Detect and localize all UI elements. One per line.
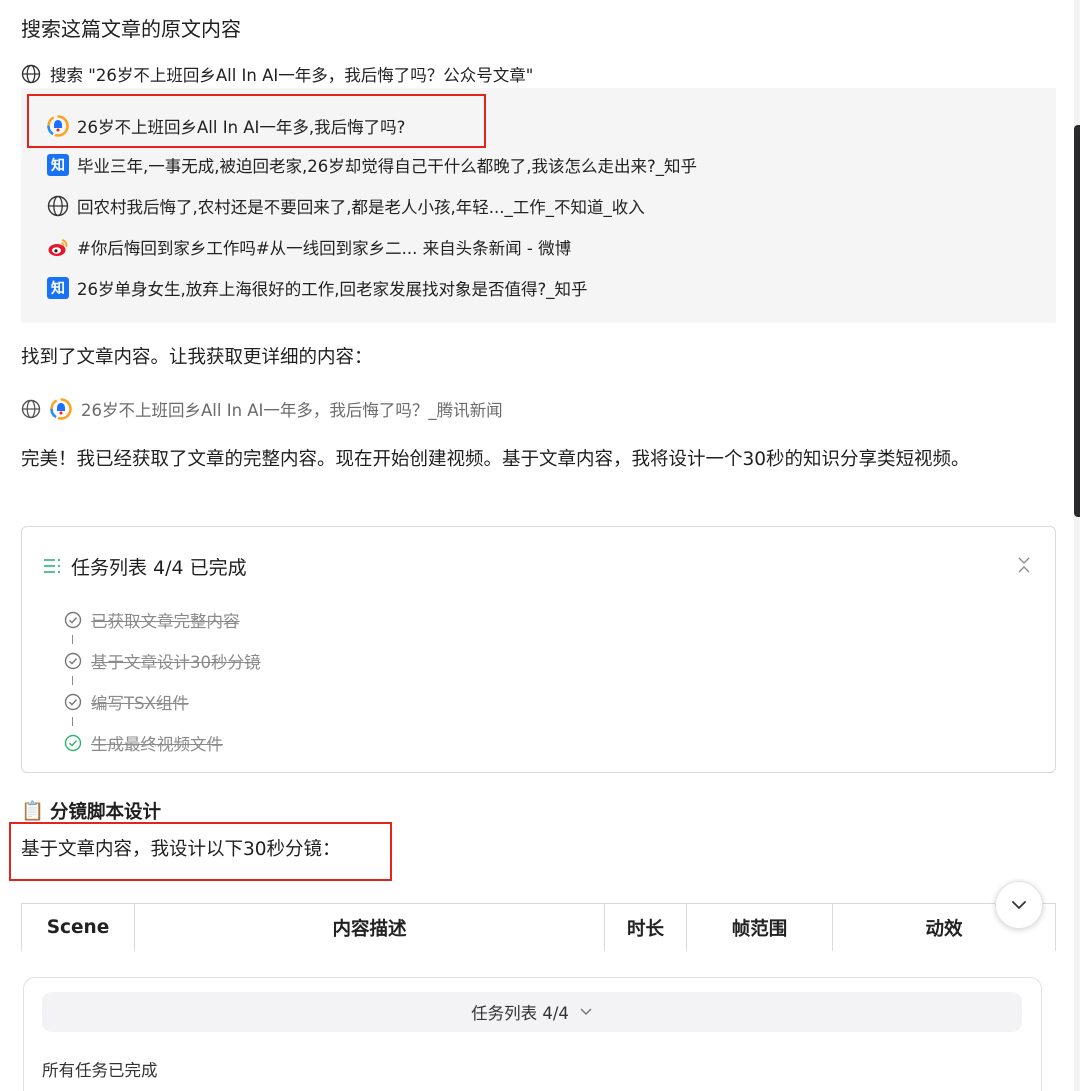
search-action: 搜索 "26岁不上班回乡All In AI一年多，我后悔了吗？公众号文章" [21, 61, 533, 87]
task-list-toggle-label: 任务列表 4/4 [471, 1004, 569, 1023]
search-result-item[interactable]: 知 26岁单身女生,放弃上海很好的工作,回老家发展找对象是否值得?_知乎 [47, 274, 588, 302]
check-circle-icon [64, 693, 82, 711]
task-label: 已获取文章完整内容 [91, 612, 240, 631]
fetch-action-label: 26岁不上班回乡All In AI一年多，我后悔了吗？_腾讯新闻 [81, 401, 503, 420]
table-header-cell: 内容描述 [135, 904, 605, 951]
list-icon [44, 558, 61, 574]
check-circle-icon [64, 611, 82, 629]
search-result-title: 26岁单身女生,放弃上海很好的工作,回老家发展找对象是否值得?_知乎 [77, 280, 588, 299]
search-result-title: #你后悔回到家乡工作吗#从一线回到家乡二... 来自头条新闻 - 微博 [77, 239, 572, 258]
task-item: 生成最终视频文件 [64, 730, 223, 756]
table-header-cell: 帧范围 [687, 904, 833, 951]
zhihu-icon: 知 [47, 277, 69, 299]
globe-icon [21, 399, 41, 419]
task-connector [72, 676, 73, 685]
chevron-down-icon [1012, 901, 1026, 909]
globe-icon [47, 195, 69, 217]
task-connector [72, 635, 73, 644]
task-item: 已获取文章完整内容 [64, 607, 240, 633]
task-list-header[interactable]: 任务列表 4/4 已完成 [43, 552, 247, 580]
search-action-label: 搜索 "26岁不上班回乡All In AI一年多，我后悔了吗？公众号文章" [50, 66, 534, 85]
scroll-to-bottom-button[interactable] [995, 881, 1043, 929]
task-item: 基于文章设计30秒分镜 [64, 648, 261, 674]
query-title: 搜索这篇文章的原文内容 [21, 17, 241, 41]
task-label: 编写TSX组件 [91, 694, 189, 713]
assistant-message: 完美！我已经获取了文章的完整内容。现在开始创建视频。基于文章内容，我将设计一个3… [21, 449, 970, 470]
weibo-icon [47, 236, 69, 258]
side-panel-edge [1074, 125, 1080, 517]
clipboard-icon: 📋 [21, 801, 45, 822]
task-connector [72, 717, 73, 726]
storyboard-table-header: Scene 内容描述 时长 帧范围 动效 [21, 903, 1056, 951]
highlight-box [27, 94, 486, 148]
check-circle-icon [64, 734, 82, 752]
task-list-title: 任务列表 4/4 已完成 [71, 556, 247, 579]
table-header-cell: 时长 [605, 904, 687, 951]
table-header-cell: Scene [21, 904, 135, 951]
task-list-toggle[interactable]: 任务列表 4/4 [42, 992, 1022, 1032]
highlight-box [9, 822, 392, 881]
section-heading-label: 分镜脚本设计 [50, 802, 162, 823]
search-result-title: 回农村我后悔了,农村还是不要回来了,都是老人小孩,年轻..._工作_不知道_收入 [77, 198, 645, 217]
task-item: 编写TSX组件 [64, 689, 189, 715]
search-result-item[interactable]: 知 毕业三年,一事无成,被迫回老家,26岁却觉得自己干什么都晚了,我该怎么走出来… [47, 151, 697, 179]
tencent-news-icon [50, 398, 72, 420]
check-circle-icon [64, 652, 82, 670]
search-result-item[interactable]: 回农村我后悔了,农村还是不要回来了,都是老人小孩,年轻..._工作_不知道_收入 [47, 192, 645, 220]
globe-icon [21, 64, 41, 84]
search-result-title: 毕业三年,一事无成,被迫回老家,26岁却觉得自己干什么都晚了,我该怎么走出来?_… [77, 157, 697, 176]
zhihu-icon: 知 [47, 154, 69, 176]
collapse-icon[interactable] [1015, 555, 1033, 575]
task-label: 生成最终视频文件 [91, 735, 223, 754]
section-heading: 📋 分镜脚本设计 [21, 798, 161, 824]
chevron-down-icon [580, 1008, 592, 1016]
assistant-message: 找到了文章内容。让我获取更详细的内容： [21, 347, 373, 368]
fetch-action[interactable]: 26岁不上班回乡All In AI一年多，我后悔了吗？_腾讯新闻 [21, 395, 503, 423]
task-status-text: 所有任务已完成 [42, 1061, 158, 1080]
task-label: 基于文章设计30秒分镜 [91, 653, 261, 672]
search-result-item[interactable]: #你后悔回到家乡工作吗#从一线回到家乡二... 来自头条新闻 - 微博 [47, 233, 571, 261]
